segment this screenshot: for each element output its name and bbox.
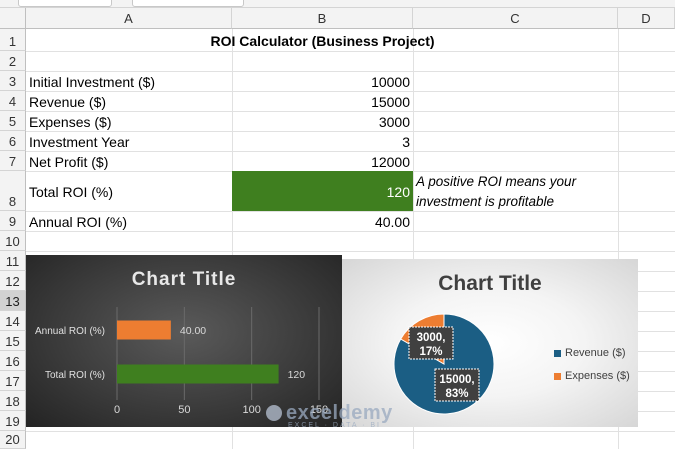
cell-b9[interactable]: 40.00 bbox=[232, 211, 413, 231]
exceldemy-logo-icon bbox=[266, 405, 282, 421]
column-header-c[interactable]: C bbox=[413, 8, 618, 29]
row-header-4[interactable]: 4 bbox=[0, 91, 26, 111]
gridline bbox=[26, 51, 675, 52]
column-header-a[interactable]: A bbox=[26, 8, 232, 29]
category-label: Annual ROI (%) bbox=[35, 326, 105, 337]
watermark-tagline: EXCEL · DATA · BI bbox=[288, 422, 381, 429]
row-header-11[interactable]: 11 bbox=[0, 251, 26, 271]
row-header-6[interactable]: 6 bbox=[0, 131, 26, 151]
legend-label-expenses: Expenses ($) bbox=[565, 370, 630, 382]
watermark-name: exceldemy bbox=[286, 402, 393, 424]
row-header-12[interactable]: 12 bbox=[0, 271, 26, 291]
cell-a6[interactable]: Investment Year bbox=[26, 131, 232, 151]
row-header-9[interactable]: 9 bbox=[0, 211, 26, 231]
x-tick-label: 0 bbox=[114, 404, 120, 416]
cell-b6[interactable]: 3 bbox=[232, 131, 413, 151]
cell-a7[interactable]: Net Profit ($) bbox=[26, 151, 232, 171]
cell-a3[interactable]: Initial Investment ($) bbox=[26, 71, 232, 91]
row-header-17[interactable]: 17 bbox=[0, 371, 26, 391]
legend-swatch-expenses bbox=[554, 372, 561, 380]
formula-bar-strip bbox=[0, 0, 675, 8]
cell-a4[interactable]: Revenue ($) bbox=[26, 91, 232, 111]
column-header-d[interactable]: D bbox=[618, 8, 675, 29]
gridline bbox=[26, 251, 675, 252]
cell-a5[interactable]: Expenses ($) bbox=[26, 111, 232, 131]
row-header-20[interactable]: 20 bbox=[0, 431, 26, 449]
row-header-19[interactable]: 19 bbox=[0, 411, 26, 431]
pie-data-label-percent: 83% bbox=[445, 388, 468, 400]
row-header-5[interactable]: 5 bbox=[0, 111, 26, 131]
cell-b4[interactable]: 15000 bbox=[232, 91, 413, 111]
row-header-14[interactable]: 14 bbox=[0, 311, 26, 331]
formula-box[interactable] bbox=[132, 0, 244, 7]
legend-label-revenue: Revenue ($) bbox=[565, 347, 626, 359]
exceldemy-watermark: exceldemy EXCEL · DATA · BI bbox=[266, 402, 393, 429]
cell-b8-total-roi[interactable]: 120 bbox=[232, 171, 413, 211]
x-tick-label: 100 bbox=[242, 404, 260, 416]
legend-item-revenue: Revenue ($) bbox=[554, 347, 626, 359]
row-header-15[interactable]: 15 bbox=[0, 331, 26, 351]
cell-b5[interactable]: 3000 bbox=[232, 111, 413, 131]
gridline bbox=[26, 431, 675, 432]
row-header-18[interactable]: 18 bbox=[0, 391, 26, 411]
row-header-1[interactable]: 1 bbox=[0, 29, 26, 51]
select-all-corner[interactable] bbox=[0, 8, 26, 29]
cell-b3[interactable]: 10000 bbox=[232, 71, 413, 91]
cell-title[interactable]: ROI Calculator (Business Project) bbox=[210, 29, 434, 51]
cell-a9[interactable]: Annual ROI (%) bbox=[26, 211, 232, 231]
row-header-16[interactable]: 16 bbox=[0, 351, 26, 371]
cell-a8[interactable]: Total ROI (%) bbox=[26, 171, 232, 211]
pie-data-label-percent: 17% bbox=[419, 346, 442, 358]
column-header-b[interactable]: B bbox=[232, 8, 413, 29]
legend-item-expenses: Expenses ($) bbox=[554, 370, 630, 382]
pie-data-label-value: 15000, bbox=[439, 374, 474, 386]
category-label: Total ROI (%) bbox=[45, 370, 105, 381]
row-header-3[interactable]: 3 bbox=[0, 71, 26, 91]
row-header-13[interactable]: 13 bbox=[0, 291, 26, 311]
legend-swatch-revenue bbox=[554, 349, 561, 357]
gridline bbox=[26, 231, 675, 232]
data-label: 40.00 bbox=[180, 325, 206, 337]
row-header-7[interactable]: 7 bbox=[0, 151, 26, 171]
cell-c8-note[interactable]: A positive ROI means your investment is … bbox=[413, 171, 618, 211]
row-header-8[interactable]: 8 bbox=[0, 171, 26, 211]
pie-data-label-value: 3000, bbox=[417, 332, 446, 344]
name-box[interactable] bbox=[18, 0, 112, 7]
cell-b7[interactable]: 12000 bbox=[232, 151, 413, 171]
sheet-title: ROI Calculator (Business Project) bbox=[210, 33, 435, 49]
row-header-10[interactable]: 10 bbox=[0, 231, 26, 251]
data-label: 120 bbox=[288, 369, 306, 381]
bar bbox=[117, 364, 279, 384]
bar bbox=[117, 320, 171, 340]
x-tick-label: 50 bbox=[178, 404, 190, 416]
row-header-2[interactable]: 2 bbox=[0, 51, 26, 71]
